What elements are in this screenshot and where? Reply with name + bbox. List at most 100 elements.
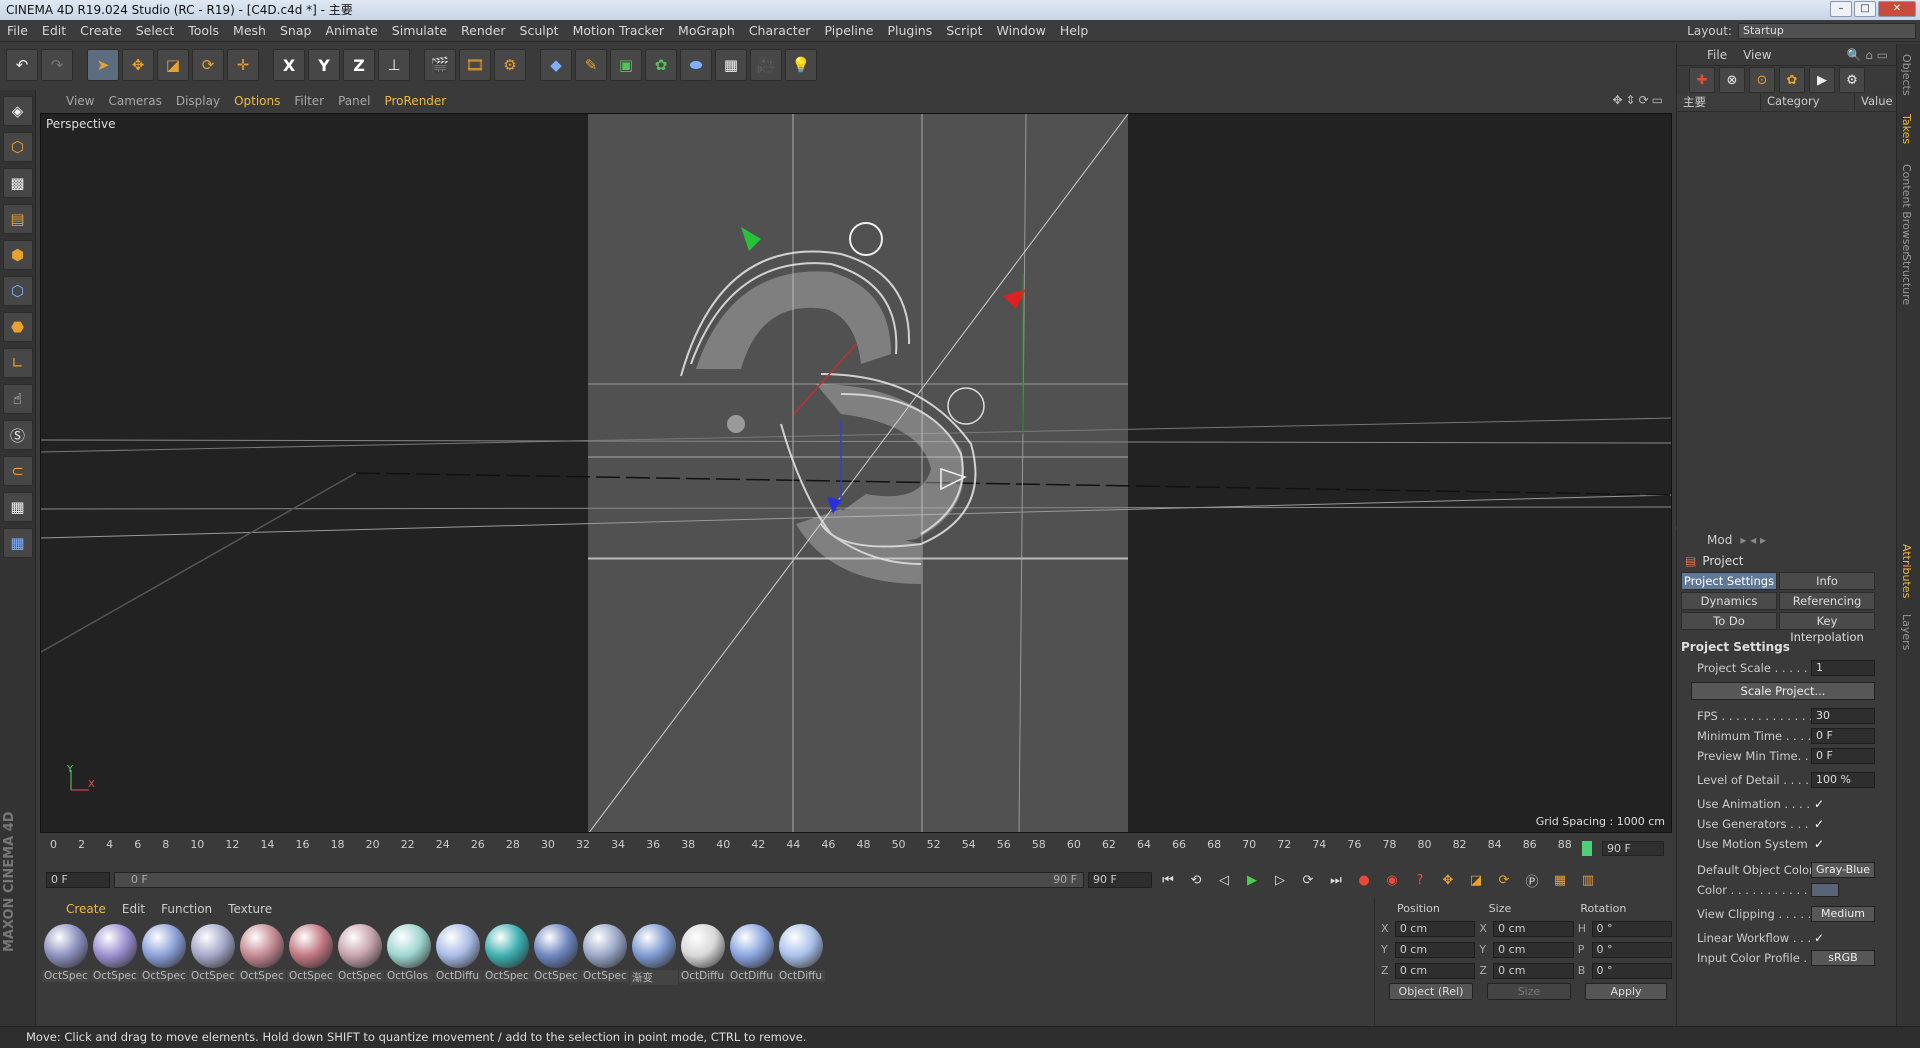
cloner-icon[interactable]: ✿ <box>645 49 677 81</box>
material-menu-edit[interactable]: Edit <box>122 902 145 916</box>
record-keys-icon[interactable]: ● <box>1352 868 1376 892</box>
preview-min-time-field[interactable]: 0 F <box>1811 748 1875 764</box>
color-swatch[interactable] <box>1811 883 1839 897</box>
level-of-detail-field[interactable]: 100 % <box>1811 772 1875 788</box>
menu-help[interactable]: Help <box>1053 23 1096 38</box>
polygons-mode-icon[interactable]: ⬣ <box>2 312 33 342</box>
magnet-icon[interactable]: ⊂ <box>2 456 33 486</box>
x-axis-lock-icon[interactable]: X <box>273 49 305 81</box>
selection-tool-icon[interactable]: ➤ <box>87 49 119 81</box>
make-editable-icon[interactable]: ◈ <box>2 96 33 126</box>
menu-edit[interactable]: Edit <box>35 23 73 38</box>
position-z-field[interactable]: 0 cm <box>1394 962 1476 979</box>
material-item[interactable]: OctSpec <box>483 924 531 985</box>
coordinate-system-icon[interactable]: ⊥ <box>378 49 410 81</box>
previous-key-icon[interactable]: ⟲ <box>1184 868 1208 892</box>
take-override-icon[interactable]: ⊗ <box>1719 67 1745 93</box>
current-frame-field[interactable]: 0 F <box>46 872 110 888</box>
size-z-field[interactable]: 0 cm <box>1493 962 1574 979</box>
snap-icon[interactable]: Ⓢ <box>2 420 33 450</box>
points-mode-icon[interactable]: ⬢ <box>2 240 33 270</box>
use-motion-system-checkbox[interactable]: ✓ <box>1811 837 1827 851</box>
edges-mode-icon[interactable]: ⬡ <box>2 276 33 306</box>
object-menu-file[interactable]: File <box>1707 48 1727 62</box>
material-item[interactable]: OctDiffu <box>434 924 482 985</box>
side-tab-attributes[interactable]: Attributes <box>1900 544 1913 598</box>
perspective-viewport[interactable]: Perspective Grid Spacing : 1000 cm Y X <box>40 113 1672 833</box>
viewport-menu-filter[interactable]: Filter <box>294 94 324 108</box>
coords-size-mode-dropdown[interactable]: Size <box>1487 983 1571 1000</box>
point-level-icon[interactable]: ▦ <box>1548 868 1572 892</box>
menu-animate[interactable]: Animate <box>318 23 384 38</box>
tab-info[interactable]: Info <box>1779 572 1875 590</box>
locked-workplane-icon[interactable]: ▦ <box>2 528 33 558</box>
live-selection-icon[interactable]: ✛ <box>227 49 259 81</box>
tab-to-do[interactable]: To Do <box>1681 612 1777 630</box>
take-auto-icon[interactable]: ✿ <box>1779 67 1805 93</box>
menu-tools[interactable]: Tools <box>181 23 226 38</box>
apply-button[interactable]: Apply <box>1585 983 1667 1000</box>
scale-project-button[interactable]: Scale Project... <box>1691 682 1875 700</box>
size-y-field[interactable]: 0 cm <box>1493 941 1574 958</box>
next-frame-icon[interactable]: ▷ <box>1268 868 1292 892</box>
layout-dropdown[interactable]: Startup <box>1738 23 1916 39</box>
menu-character[interactable]: Character <box>742 23 818 38</box>
deformer-icon[interactable]: ⬬ <box>680 49 712 81</box>
menu-sculpt[interactable]: Sculpt <box>513 23 566 38</box>
menu-select[interactable]: Select <box>129 23 182 38</box>
menu-render[interactable]: Render <box>454 23 513 38</box>
maximize-button[interactable]: □ <box>1854 1 1876 17</box>
camera-icon[interactable]: 🎥 <box>750 49 782 81</box>
scale-tool-icon[interactable]: ◪ <box>157 49 189 81</box>
viewport-nav-icons[interactable]: ✥⇕⟳▭ <box>1612 93 1666 107</box>
side-tab-takes[interactable]: Takes <box>1900 114 1913 144</box>
preview-range-slider[interactable]: 0 F 90 F <box>114 872 1084 888</box>
tab-dynamics[interactable]: Dynamics <box>1681 592 1777 610</box>
menu-file[interactable]: File <box>0 23 35 38</box>
material-item[interactable]: OctGlos <box>385 924 433 985</box>
linear-workflow-checkbox[interactable]: ✓ <box>1811 931 1827 945</box>
tab-referencing[interactable]: Referencing <box>1779 592 1875 610</box>
object-menu-view[interactable]: View <box>1743 48 1771 62</box>
attribute-mode-menu[interactable]: Mod <box>1707 533 1732 547</box>
timeline-window-icon[interactable]: ▥ <box>1576 868 1600 892</box>
coords-mode-dropdown[interactable]: Object (Rel) <box>1389 983 1473 1000</box>
use-animation-checkbox[interactable]: ✓ <box>1811 797 1827 811</box>
playhead-marker[interactable] <box>1582 841 1592 856</box>
cube-primitive-icon[interactable]: ◆ <box>540 49 572 81</box>
take-new-icon[interactable]: ✚ <box>1689 67 1715 93</box>
viewport-menu-display[interactable]: Display <box>176 94 220 108</box>
object-manager-tools-icon[interactable]: 🔍 ⌂ ▭ <box>1846 48 1896 62</box>
material-item[interactable]: OctDiffu <box>679 924 727 985</box>
material-item[interactable]: OctSpec <box>532 924 580 985</box>
material-item[interactable]: 渐变 <box>630 924 678 985</box>
floor-icon[interactable]: ▦ <box>715 49 747 81</box>
position-y-field[interactable]: 0 cm <box>1394 941 1476 958</box>
menu-plugins[interactable]: Plugins <box>880 23 939 38</box>
menu-snap[interactable]: Snap <box>273 23 318 38</box>
previous-frame-icon[interactable]: ◁ <box>1212 868 1236 892</box>
axis-mode-icon[interactable]: ∟ <box>2 348 33 378</box>
autokey-icon[interactable]: ◉ <box>1380 868 1404 892</box>
main-take-label[interactable]: 主要 <box>1677 94 1761 111</box>
material-item[interactable]: OctSpec <box>91 924 139 985</box>
take-render-icon[interactable]: ▶ <box>1809 67 1835 93</box>
material-menu-function[interactable]: Function <box>161 902 212 916</box>
rotate-tool-icon[interactable]: ⟳ <box>192 49 224 81</box>
scale-key-icon[interactable]: ◪ <box>1464 868 1488 892</box>
fps-field[interactable]: 30 <box>1811 708 1875 724</box>
subdivision-icon[interactable]: ▣ <box>610 49 642 81</box>
move-tool-icon[interactable]: ✥ <box>122 49 154 81</box>
rotation-p-field[interactable]: 0 ° <box>1591 941 1673 958</box>
menu-simulate[interactable]: Simulate <box>385 23 454 38</box>
material-item[interactable]: OctSpec <box>287 924 335 985</box>
viewport-menu-view[interactable]: View <box>66 94 94 108</box>
y-axis-lock-icon[interactable]: Y <box>308 49 340 81</box>
material-item[interactable]: OctDiffu <box>777 924 825 985</box>
menu-create[interactable]: Create <box>73 23 129 38</box>
size-x-field[interactable]: 0 cm <box>1493 920 1574 937</box>
play-icon[interactable]: ▶ <box>1240 868 1264 892</box>
menu-motion-tracker[interactable]: Motion Tracker <box>566 23 671 38</box>
material-item[interactable]: OctSpec <box>189 924 237 985</box>
pen-spline-icon[interactable]: ✎ <box>575 49 607 81</box>
